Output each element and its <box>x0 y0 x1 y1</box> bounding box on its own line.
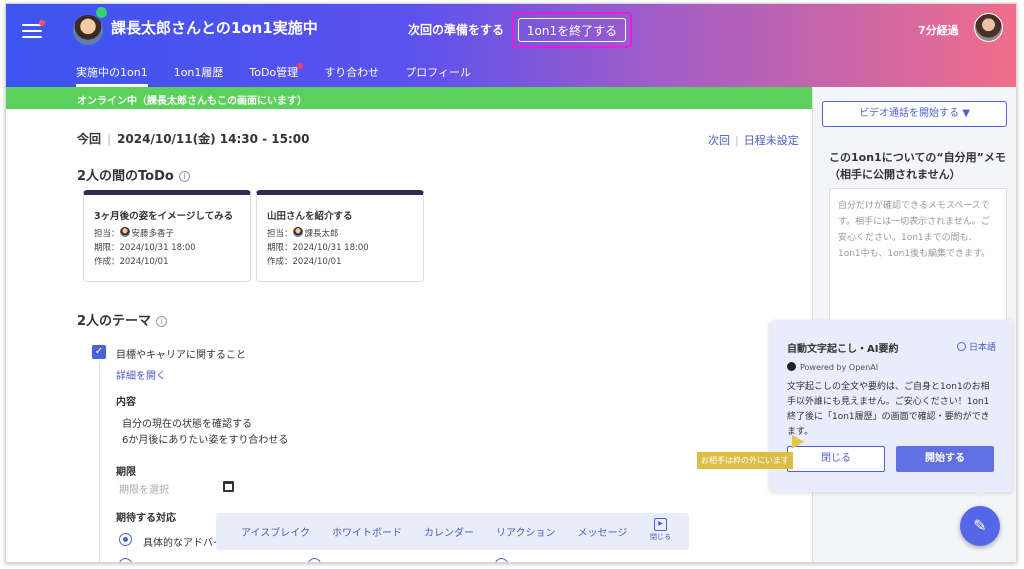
schedule-label: 今回 <box>77 132 102 146</box>
ai-assist-button[interactable]: ✎ <box>960 506 1000 546</box>
info-icon[interactable]: i <box>156 316 168 327</box>
menu-icon[interactable] <box>22 20 45 38</box>
collapse-icon: ▶ <box>654 518 667 531</box>
meeting-toolbar: アイスブレイク ホワイトボード カレンダー リアクション メッセージ ▶ 閉じる <box>216 513 689 550</box>
message-button[interactable]: メッセージ <box>578 524 628 539</box>
todo-assignee: 担当： 課長太郎 <box>267 227 339 239</box>
todo-title: 3ヶ月後の姿をイメージしてみる <box>94 211 234 222</box>
unset-schedule-link[interactable]: 日程未設定 <box>744 134 799 147</box>
deadline-input[interactable]: 期限を選択 <box>119 481 169 496</box>
end-1on1-button-highlight: 1on1を終了する <box>512 12 632 48</box>
content-line: 6か月後にありたい姿をすり合わせる <box>122 435 289 446</box>
tab-history[interactable]: 1on1履歴 <box>174 62 224 87</box>
todo-assignee: 担当： 安藤多香子 <box>94 227 175 239</box>
theme-item-label: 目標やキャリアに関すること <box>116 350 246 361</box>
todo-due: 期限：2024/10/31 18:00 <box>267 243 369 253</box>
divider <box>99 363 100 562</box>
top-header: 課長太郎さんとの1on1実施中 次回の準備をする 1on1を終了する 7分経過 … <box>6 4 1016 87</box>
reaction-button[interactable]: リアクション <box>496 524 556 539</box>
tab-bar: 実施中の1on1 1on1履歴 ToDo管理 すり合わせ プロフィール <box>76 62 497 87</box>
deadline-label: 期限 <box>116 467 136 478</box>
details-link[interactable]: 詳細を開く <box>116 367 166 382</box>
transcription-panel: 自動文字起こし・AI要約 日本語 Powered by OpenAI 文字起こし… <box>769 320 1012 492</box>
tab-current-1on1[interactable]: 実施中の1on1 <box>76 62 148 87</box>
expectation-label: 期待する対応 <box>116 513 176 524</box>
option-radio[interactable] <box>308 558 321 562</box>
option-radio[interactable] <box>119 558 132 562</box>
info-icon[interactable]: i <box>178 171 190 182</box>
option-label: 具体的なアドバイ <box>143 538 223 549</box>
start-video-button[interactable]: ビデオ通話を開始する ▼ <box>822 101 1007 127</box>
transcription-title: 自動文字起こし・AI要約 <box>787 344 899 355</box>
openai-icon <box>787 362 796 371</box>
online-status-bar: オンライン中（課長太郎さんもこの画面にいます） <box>6 87 812 109</box>
todo-card[interactable]: 山田さんを紹介する 担当： 課長太郎 期限：2024/10/31 18:00 作成… <box>256 190 424 282</box>
end-1on1-button[interactable]: 1on1を終了する <box>518 18 626 42</box>
main-content: 今回 | 2024/10/11(金) 14:30 - 15:00 次回 | 日程未設定 … <box>6 109 812 562</box>
todo-card[interactable]: 3ヶ月後の姿をイメージしてみる 担当： 安藤多香子 期限：2024/10/31 1… <box>83 190 251 282</box>
memo-textarea[interactable]: 自分だけが確認できるメモスペースです。相手には一切表示されません。ご安心ください… <box>829 188 1007 328</box>
memo-title: この1on1についての“自分用”メモ （相手に公開されません） <box>829 151 1006 181</box>
todo-heading: 2人の間のToDo i <box>77 165 190 184</box>
panel-caret <box>973 490 987 498</box>
elapsed-time: 7分経過 <box>918 24 959 37</box>
schedule-datetime: 2024/10/11(金) 14:30 - 15:00 <box>117 132 310 146</box>
transcription-description: 文字起こしの全文や要約は、ご自身と1on1のお相手以外誰にも見えません。ご安心く… <box>787 382 990 437</box>
calendar-button[interactable]: カレンダー <box>424 524 474 539</box>
start-button[interactable]: 開始する <box>896 446 994 472</box>
toolbar-close-button[interactable]: ▶ 閉じる <box>650 518 671 542</box>
notification-dot <box>297 63 304 69</box>
schedule: 今回 | 2024/10/11(金) 14:30 - 15:00 <box>77 132 310 146</box>
close-button[interactable]: 閉じる <box>787 446 885 472</box>
content-line: 自分の現在の状態を確認する <box>122 419 252 430</box>
powered-by: Powered by OpenAI <box>787 362 878 372</box>
globe-icon <box>957 342 966 351</box>
option-radio[interactable] <box>495 558 508 562</box>
language-selector[interactable]: 日本語 <box>957 340 996 353</box>
tab-profile[interactable]: プロフィール <box>405 62 471 87</box>
theme-heading: 2人のテーマ i <box>77 310 168 329</box>
magic-wand-icon: ✎ <box>973 516 987 535</box>
partner-outside-notice: お相手は枠の外にいます <box>697 452 793 469</box>
next-link[interactable]: 次回 <box>708 134 730 147</box>
todo-due: 期限：2024/10/31 18:00 <box>94 243 196 253</box>
content-label: 内容 <box>116 397 136 408</box>
whiteboard-button[interactable]: ホワイトボード <box>332 524 402 539</box>
partner-avatar <box>73 15 103 45</box>
tab-todo[interactable]: ToDo管理 <box>249 62 304 87</box>
page-title: 課長太郎さんとの1on1実施中 <box>111 19 318 37</box>
option-radio[interactable] <box>119 533 132 546</box>
todo-created: 作成：2024/10/01 <box>94 257 169 267</box>
theme-checkbox[interactable]: ✓ <box>92 345 106 359</box>
assignee-avatar <box>119 227 130 237</box>
calendar-icon[interactable] <box>223 481 234 492</box>
todo-created: 作成：2024/10/01 <box>267 257 342 267</box>
prepare-next-link[interactable]: 次回の準備をする <box>408 21 504 38</box>
next-schedule: 次回 | 日程未設定 <box>708 134 799 147</box>
online-indicator <box>96 7 107 18</box>
tab-alignment[interactable]: すり合わせ <box>324 62 379 87</box>
assignee-avatar <box>292 227 303 237</box>
todo-title: 山田さんを紹介する <box>267 211 353 222</box>
icebreak-button[interactable]: アイスブレイク <box>241 524 310 539</box>
user-avatar[interactable] <box>974 13 1003 42</box>
